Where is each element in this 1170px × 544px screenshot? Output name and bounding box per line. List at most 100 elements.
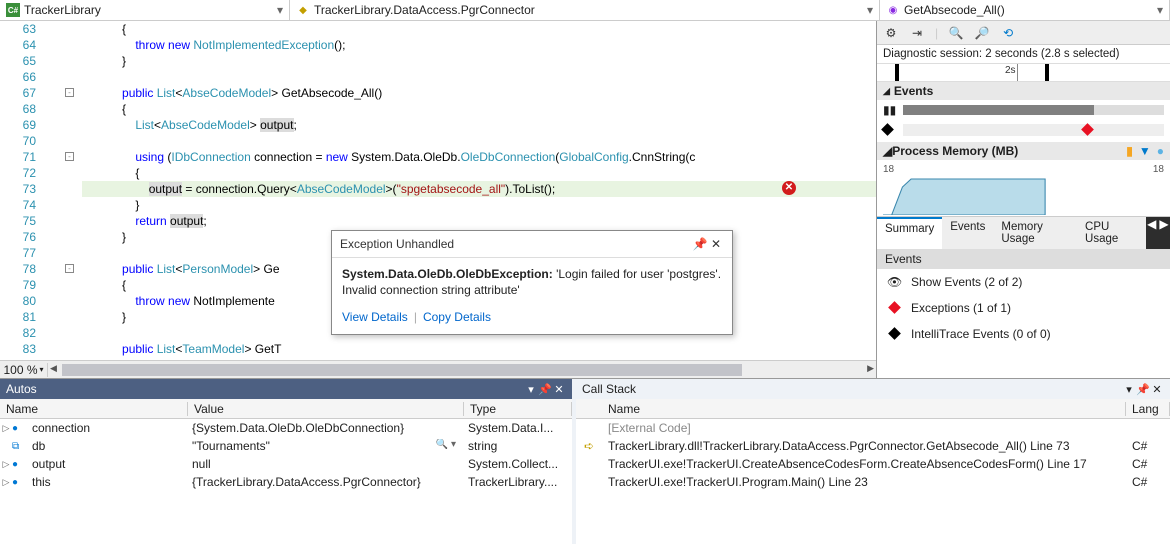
window-menu-icon[interactable]: ▾ xyxy=(524,383,538,396)
frame-name: TrackerUI.exe!TrackerUI.Program.Main() L… xyxy=(602,475,1126,489)
export-icon[interactable]: ⇥ xyxy=(909,25,925,41)
var-name: connection xyxy=(26,421,186,435)
col-value[interactable]: Value xyxy=(188,402,464,416)
visualizer-icon[interactable]: 🔍 ▾ xyxy=(436,439,456,453)
events-bar xyxy=(903,105,1164,115)
event-label: Exceptions (1 of 1) xyxy=(911,301,1011,315)
var-value: {System.Data.OleDb.OleDbConnection} xyxy=(186,421,462,435)
exception-title: Exception Unhandled xyxy=(340,237,692,251)
code-editor: 6364656667686970717273747576777879808182… xyxy=(0,21,877,378)
autos-grid[interactable]: ▷●connection{System.Data.OleDb.OleDbConn… xyxy=(0,419,572,544)
expand-icon[interactable]: ▷ xyxy=(0,459,12,470)
exceptions-bar xyxy=(903,124,1164,136)
memory-section-head[interactable]: ◢ Process Memory (MB) ▮ ▼ ● xyxy=(877,142,1170,160)
black-diamond-icon xyxy=(887,327,901,341)
callstack-row[interactable]: TrackerUI.exe!TrackerUI.Program.Main() L… xyxy=(576,473,1170,491)
tab-summary[interactable]: Summary xyxy=(877,217,942,249)
tab-memory[interactable]: Memory Usage xyxy=(993,217,1077,249)
fold-gutter[interactable]: - - - xyxy=(42,21,82,360)
var-name: output xyxy=(26,457,186,471)
breadcrumb-class-label: TrackerLibrary.DataAccess.PgrConnector xyxy=(314,3,535,17)
private-bytes-icon: ● xyxy=(1157,144,1164,158)
pin-icon[interactable]: 📌 xyxy=(538,383,552,396)
var-name: db xyxy=(26,439,186,453)
expand-icon[interactable]: ▷ xyxy=(0,423,12,434)
scroll-right-icon[interactable]: ▶ xyxy=(867,363,874,374)
frame-lang: C# xyxy=(1126,439,1170,453)
horizontal-scrollbar[interactable]: ◀ ▶ xyxy=(48,362,876,378)
callstack-row[interactable]: TrackerUI.exe!TrackerUI.CreateAbsenceCod… xyxy=(576,455,1170,473)
callstack-header: Name Lang xyxy=(576,399,1170,419)
gear-icon[interactable]: ⚙ xyxy=(883,25,899,41)
frame-name: TrackerUI.exe!TrackerUI.CreateAbsenceCod… xyxy=(602,457,1126,471)
zoom-in-icon[interactable]: 🔍 xyxy=(948,25,964,41)
scroll-left-icon[interactable]: ◀ xyxy=(50,363,57,374)
fold-toggle[interactable]: - xyxy=(65,152,74,161)
tab-events[interactable]: Events xyxy=(942,217,993,249)
close-icon[interactable]: ✕ xyxy=(552,383,566,396)
tab-cpu[interactable]: CPU Usage xyxy=(1077,217,1146,249)
ruler-select-start[interactable] xyxy=(895,64,899,81)
scrollbar-thumb[interactable] xyxy=(62,364,742,376)
method-icon: ◉ xyxy=(886,3,900,17)
zoom-out-icon[interactable]: 🔎 xyxy=(974,25,990,41)
col-type[interactable]: Type xyxy=(464,402,572,416)
event-label: Show Events (2 of 2) xyxy=(911,275,1022,289)
autos-row[interactable]: ▷●outputnullSystem.Collect... xyxy=(0,455,572,473)
tab-scroll-right[interactable]: ▶ xyxy=(1158,217,1170,249)
breadcrumb: C# TrackerLibrary ▾ ◆ TrackerLibrary.Dat… xyxy=(0,0,1170,21)
ruler-select-end[interactable] xyxy=(1045,64,1049,81)
close-icon[interactable]: ✕ xyxy=(1150,383,1164,396)
chevron-down-icon: ▾ xyxy=(1145,3,1163,17)
gc-marker-icon: ▮ xyxy=(1126,144,1133,158)
event-row[interactable]: Exceptions (1 of 1) xyxy=(877,295,1170,321)
breadcrumb-project[interactable]: C# TrackerLibrary ▾ xyxy=(0,0,290,20)
var-type: System.Data.I... xyxy=(462,421,572,435)
fold-toggle[interactable]: - xyxy=(65,88,74,97)
csharp-icon: C# xyxy=(6,3,20,17)
zoom-label: 100 % xyxy=(3,363,37,377)
chevron-down-icon: ▾ xyxy=(40,365,44,374)
variable-icon: ⧉ xyxy=(12,441,26,452)
col-name[interactable]: Name xyxy=(0,402,188,416)
breadcrumb-class[interactable]: ◆ TrackerLibrary.DataAccess.PgrConnector… xyxy=(290,0,880,20)
callstack-panel: Call Stack ▾ 📌 ✕ Name Lang [External Cod… xyxy=(576,379,1170,544)
autos-row[interactable]: ▷●this{TrackerLibrary.DataAccess.PgrConn… xyxy=(0,473,572,491)
autos-row[interactable]: ⧉db"Tournaments"🔍 ▾string xyxy=(0,437,572,455)
zoom-level[interactable]: 100 %▾ xyxy=(0,363,48,377)
callstack-title-bar[interactable]: Call Stack ▾ 📌 ✕ xyxy=(576,379,1170,399)
diagnostic-ruler[interactable]: 2s xyxy=(877,64,1170,82)
class-icon: ◆ xyxy=(296,3,310,17)
tab-scroll-left[interactable]: ◀ xyxy=(1146,217,1158,249)
pin-icon[interactable]: 📌 xyxy=(692,237,708,251)
pin-icon[interactable]: 📌 xyxy=(1136,383,1150,396)
autos-title-bar[interactable]: Autos ▾ 📌 ✕ xyxy=(0,379,572,399)
var-value: null xyxy=(186,457,462,471)
var-value: "Tournaments"🔍 ▾ xyxy=(186,439,462,453)
events-section-head[interactable]: ◢Events xyxy=(877,82,1170,100)
var-name: this xyxy=(26,475,186,489)
frame-lang: C# xyxy=(1126,475,1170,489)
view-details-link[interactable]: View Details xyxy=(342,310,408,324)
event-row[interactable]: IntelliTrace Events (0 of 0) xyxy=(877,321,1170,347)
col-lang[interactable]: Lang xyxy=(1126,402,1170,416)
event-row[interactable]: 👁 Show Events (2 of 2) xyxy=(877,269,1170,295)
autos-header: Name Value Type xyxy=(0,399,572,419)
error-icon: ✕ xyxy=(782,181,796,195)
close-icon[interactable]: ✕ xyxy=(708,237,724,251)
col-name[interactable]: Name xyxy=(602,402,1126,416)
line-number-gutter: 6364656667686970717273747576777879808182… xyxy=(0,21,42,360)
callstack-grid[interactable]: [External Code]➪TrackerLibrary.dll!Track… xyxy=(576,419,1170,544)
eye-icon: 👁 xyxy=(887,275,901,289)
window-menu-icon[interactable]: ▾ xyxy=(1122,383,1136,396)
autos-row[interactable]: ▷●connection{System.Data.OleDb.OleDbConn… xyxy=(0,419,572,437)
callstack-row[interactable]: [External Code] xyxy=(576,419,1170,437)
copy-details-link[interactable]: Copy Details xyxy=(423,310,491,324)
breadcrumb-method[interactable]: ◉ GetAbsecode_All() ▾ xyxy=(880,0,1170,20)
diagnostics-toolbar: ⚙ ⇥ | 🔍 🔎 ⟲ xyxy=(877,21,1170,45)
reset-view-icon[interactable]: ⟲ xyxy=(1000,25,1016,41)
callstack-row[interactable]: ➪TrackerLibrary.dll!TrackerLibrary.DataA… xyxy=(576,437,1170,455)
expand-icon[interactable]: ▷ xyxy=(0,477,12,488)
events-track: ▮▮ xyxy=(877,100,1170,142)
fold-toggle[interactable]: - xyxy=(65,264,74,273)
